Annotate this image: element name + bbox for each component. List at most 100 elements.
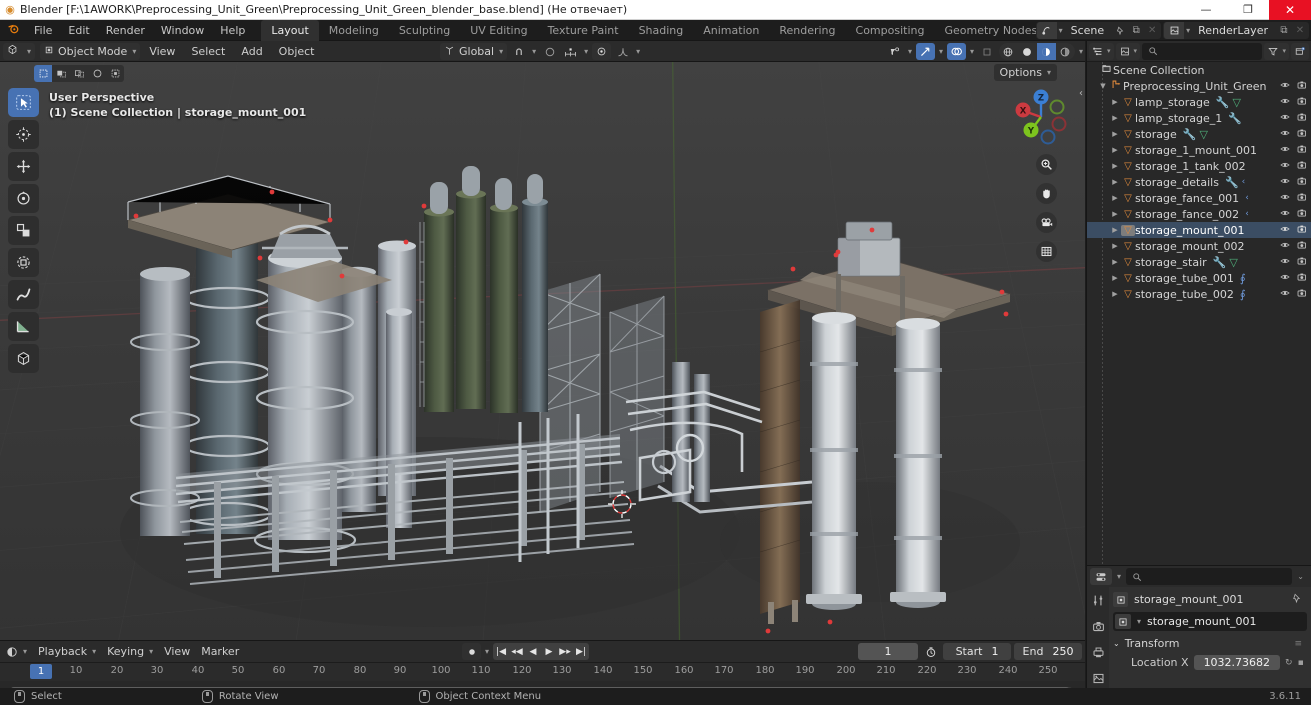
tab-geometry-nodes[interactable]: Geometry Nodes <box>934 20 1047 41</box>
menu-help[interactable]: Help <box>212 20 253 41</box>
scene-pin-icon[interactable] <box>1112 22 1128 39</box>
tab-sculpting[interactable]: Sculpting <box>389 20 460 41</box>
view-layer-new-button[interactable]: ⧉ <box>1276 22 1292 39</box>
tab-layout[interactable]: Layout <box>261 19 319 41</box>
3d-viewport[interactable]: Options ▾ User Perspective (1) Scene Col… <box>0 62 1085 640</box>
snap-increment-caret[interactable]: ▾ <box>582 47 590 56</box>
overlays-caret[interactable]: ▾ <box>968 47 976 56</box>
mesh-data-icon[interactable]: ▽ <box>1233 96 1241 109</box>
auto-keying-caret[interactable]: ▾ <box>483 647 491 656</box>
eye-icon[interactable] <box>1280 208 1290 221</box>
scene-unlink-button[interactable]: ✕ <box>1144 22 1160 39</box>
tool-icon[interactable] <box>1089 592 1107 608</box>
outliner-display-mode-selector[interactable]: ▾ <box>1089 42 1114 60</box>
camera-icon[interactable] <box>1297 240 1308 253</box>
camera-icon[interactable] <box>1297 192 1308 205</box>
outliner-row-storage-1-mount-001[interactable]: ▶ ▽ storage_1_mount_001 <box>1087 142 1311 158</box>
eye-icon[interactable] <box>1280 80 1290 93</box>
row-disclosure[interactable]: ▶ <box>1109 274 1121 282</box>
outliner-row-storage-mount-002[interactable]: ▶ ▽ storage_mount_002 <box>1087 238 1311 254</box>
camera-icon[interactable] <box>1297 160 1308 173</box>
timeline-ruler[interactable]: 1 10 20 30 40 50 60 70 80 90 100 110 120… <box>0 663 1085 681</box>
view-menu[interactable]: View <box>142 41 182 62</box>
object-name-field[interactable]: ▾ storage_mount_001 <box>1113 612 1307 631</box>
row-disclosure[interactable]: ▶ <box>1109 290 1121 298</box>
select-subtract-icon[interactable] <box>70 65 88 82</box>
use-preview-range-icon[interactable] <box>921 643 940 660</box>
measure-tool-icon[interactable] <box>8 312 39 341</box>
row-disclosure[interactable]: ▶ <box>1109 146 1121 154</box>
eye-icon[interactable] <box>1280 160 1290 173</box>
play-button[interactable]: ▶ <box>541 647 557 657</box>
tab-texture-paint[interactable]: Texture Paint <box>538 20 629 41</box>
outliner-row-preprocessing-unit-green[interactable]: ▼ Preprocessing_Unit_Green <box>1087 78 1311 94</box>
outliner-row-scene-collection[interactable]: Scene Collection <box>1087 62 1311 78</box>
properties-options-caret[interactable]: ⌄ <box>1295 572 1308 581</box>
shading-wireframe-button[interactable] <box>999 43 1018 60</box>
select-intersect-icon[interactable] <box>106 65 124 82</box>
add-menu[interactable]: Add <box>234 41 269 62</box>
playback-menu[interactable]: Playback ▾ <box>33 643 101 660</box>
outliner-row-lamp-storage-1[interactable]: ▶ ▽ lamp_storage_1 🔧 <box>1087 110 1311 126</box>
viewport-options-button[interactable]: Options ▾ <box>993 64 1057 81</box>
transform-orientation-selector[interactable]: Global ▾ <box>440 43 508 60</box>
scale-tool-icon[interactable] <box>8 216 39 245</box>
object-menu[interactable]: Object <box>272 41 322 62</box>
select-extend-icon[interactable] <box>52 65 70 82</box>
outliner-row-storage-details[interactable]: ▶ ▽ storage_details 🔧 ‹ <box>1087 174 1311 190</box>
maximize-button[interactable]: ❐ <box>1227 0 1269 20</box>
outliner-row-storage[interactable]: ▶ ▽ storage 🔧 ▽ <box>1087 126 1311 142</box>
shading-caret[interactable]: ▾ <box>1077 47 1085 56</box>
outliner-row-storage-stair[interactable]: ▶ ▽ storage_stair 🔧 ▽ <box>1087 254 1311 270</box>
menu-edit[interactable]: Edit <box>60 20 97 41</box>
camera-icon[interactable] <box>1297 272 1308 285</box>
tab-modeling[interactable]: Modeling <box>319 20 389 41</box>
row-disclosure[interactable]: ▶ <box>1109 242 1121 250</box>
row-disclosure[interactable]: ▶ <box>1109 210 1121 218</box>
outliner-search-input[interactable] <box>1142 42 1263 60</box>
partial-icon[interactable]: ‹ <box>1242 177 1246 187</box>
annotate-tool-icon[interactable] <box>8 280 39 309</box>
viewport-sidebar-collapse-icon[interactable]: ‹ <box>1079 88 1083 99</box>
properties-search-input[interactable] <box>1126 568 1293 585</box>
menu-render[interactable]: Render <box>98 20 153 41</box>
snap-caret[interactable]: ▾ <box>530 47 538 56</box>
row-disclosure[interactable]: ▶ <box>1109 114 1121 122</box>
outliner-row-storage-tube-002[interactable]: ▶ ▽ storage_tube_002 ∮ <box>1087 286 1311 302</box>
toggle-perspective-icon[interactable] <box>1036 241 1057 262</box>
falloff-smooth-icon[interactable] <box>613 43 632 60</box>
properties-editor-icon[interactable] <box>1090 568 1112 585</box>
zoom-icon[interactable] <box>1036 154 1057 175</box>
xray-icon[interactable] <box>978 43 997 60</box>
tab-compositing[interactable]: Compositing <box>846 20 935 41</box>
cursor-tool-icon[interactable] <box>8 120 39 149</box>
location-x-value[interactable]: 1032.73682 <box>1193 655 1281 670</box>
next-keyframe-button[interactable]: ▶▸ <box>557 647 573 657</box>
shading-solid-button[interactable] <box>1018 43 1037 60</box>
minimize-button[interactable]: — <box>1185 0 1227 20</box>
scene-new-button[interactable]: ⧉ <box>1128 22 1144 39</box>
snap-magnet-icon[interactable] <box>509 43 528 60</box>
select-menu[interactable]: Select <box>184 41 232 62</box>
outliner-row-storage-1-tank-002[interactable]: ▶ ▽ storage_1_tank_002 <box>1087 158 1311 174</box>
row-disclosure[interactable]: ▶ <box>1109 194 1121 202</box>
overlays-icon[interactable] <box>946 43 966 60</box>
add-cube-tool-icon[interactable] <box>8 344 39 373</box>
outliner-filter-id-selector[interactable]: ▾ <box>1115 42 1141 60</box>
tab-animation[interactable]: Animation <box>693 20 769 41</box>
move-tool-icon[interactable] <box>8 152 39 181</box>
transform-tool-icon[interactable] <box>8 248 39 277</box>
select-box-icon[interactable] <box>34 64 52 82</box>
outliner-tree[interactable]: Scene Collection ▼ Preprocessing_Unit_Gr… <box>1087 62 1311 565</box>
modifier-icon[interactable]: 🔧 <box>1213 256 1227 269</box>
proportional-toggle-icon[interactable] <box>592 43 612 60</box>
tab-uv-editing[interactable]: UV Editing <box>460 20 537 41</box>
eye-icon[interactable] <box>1280 192 1290 205</box>
row-disclosure[interactable]: ▶ <box>1109 226 1121 234</box>
visibility-caret[interactable]: ▾ <box>906 47 914 56</box>
object-mode-selector[interactable]: Object Mode ▾ <box>40 42 141 60</box>
rotate-tool-icon[interactable] <box>8 184 39 213</box>
view-layer-name[interactable]: RenderLayer <box>1192 24 1276 37</box>
mesh-data-icon[interactable]: ▽ <box>1229 256 1237 269</box>
falloff-caret[interactable]: ▾ <box>634 47 642 56</box>
